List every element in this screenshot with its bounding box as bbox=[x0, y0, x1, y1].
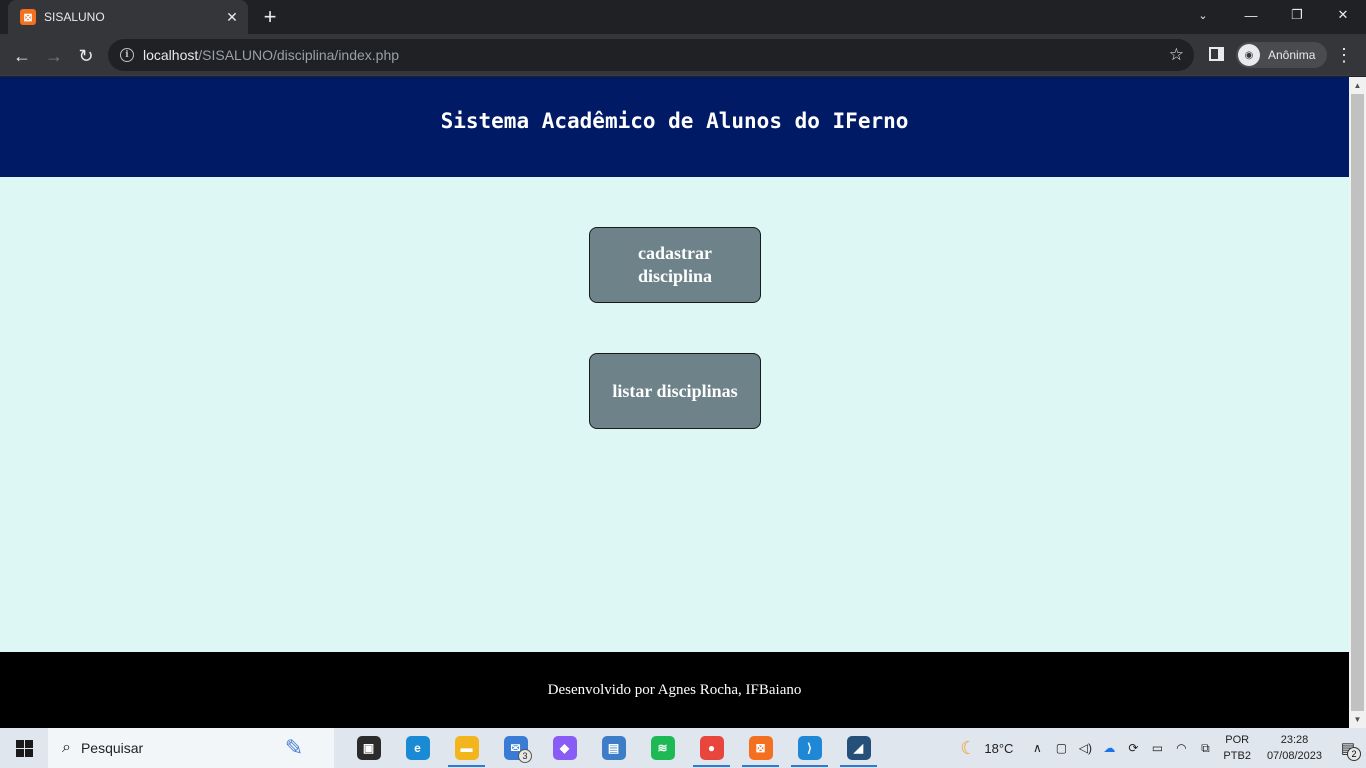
edge-icon: e bbox=[405, 736, 430, 760]
network-icon[interactable]: ⧉ bbox=[1193, 728, 1217, 768]
taskbar-apps: ▣ e ▬ ✉ 3 ◆ ▤ ≋ ● ⊠ ⟩ ◢ bbox=[344, 728, 883, 768]
tab-search-icon[interactable]: ⌄ bbox=[1188, 0, 1218, 30]
weather-widget[interactable]: ☾ 18°C bbox=[960, 738, 1013, 759]
search-placeholder: Pesquisar bbox=[80, 740, 144, 756]
onedrive-icon[interactable]: ☁ bbox=[1097, 728, 1121, 768]
scroll-up-arrow-icon[interactable]: ▲ bbox=[1349, 77, 1366, 94]
taskbar-search[interactable]: ⌕ Pesquisar ✎ bbox=[48, 728, 334, 768]
new-tab-button[interactable]: + bbox=[258, 4, 282, 29]
back-arrow-icon[interactable]: ← bbox=[8, 42, 36, 70]
sync-icon[interactable]: ⟳ bbox=[1121, 728, 1145, 768]
url-path: /SISALUNO/disciplina/index.php bbox=[198, 47, 400, 63]
clock-date: 07/08/2023 bbox=[1266, 750, 1322, 762]
battery-icon[interactable]: ▭ bbox=[1145, 728, 1169, 768]
chevron-up-icon[interactable]: ∧ bbox=[1025, 728, 1049, 768]
page-title: Sistema Acadêmico de Alunos do IFerno bbox=[440, 109, 909, 133]
listar-disciplinas-button[interactable]: listar disciplinas bbox=[589, 353, 761, 429]
windows-logo-icon bbox=[15, 739, 33, 757]
browser-tab[interactable]: ⊠ SISALUNO ✕ bbox=[8, 0, 248, 34]
browser-toolbar: ← → ↻ i localhost/SISALUNO/disciplina/in… bbox=[0, 34, 1366, 76]
window-controls: — ❐ ✕ bbox=[1228, 0, 1366, 34]
notification-center-button[interactable]: ▤ 2 bbox=[1330, 728, 1366, 768]
file-explorer-icon: ▬ bbox=[454, 736, 479, 760]
mail-badge-count: 3 bbox=[518, 749, 532, 763]
wifi-icon[interactable]: ◠ bbox=[1169, 728, 1193, 768]
taskbar-app-copilot[interactable]: ◆ bbox=[540, 728, 589, 768]
site-header: Sistema Acadêmico de Alunos do IFerno bbox=[0, 77, 1349, 177]
clock[interactable]: 23:28 07/08/2023 bbox=[1267, 732, 1322, 764]
taskbar-app-vscode[interactable]: ⟩ bbox=[785, 728, 834, 768]
site-info-icon[interactable]: i bbox=[120, 48, 134, 62]
taskbar-app-news[interactable]: ▤ bbox=[589, 728, 638, 768]
taskbar-app-edge[interactable]: e bbox=[393, 728, 442, 768]
search-highlight-icon: ✎ bbox=[284, 735, 304, 760]
copilot-icon: ◆ bbox=[552, 736, 577, 760]
close-tab-icon[interactable]: ✕ bbox=[224, 9, 240, 25]
restore-button[interactable]: ❐ bbox=[1274, 0, 1320, 30]
language-indicator[interactable]: POR PTB2 bbox=[1223, 732, 1251, 764]
vscode-icon: ⟩ bbox=[797, 736, 822, 760]
language-code: POR bbox=[1225, 734, 1250, 746]
task-view-icon: ▣ bbox=[356, 736, 381, 760]
volume-icon[interactable]: ◁) bbox=[1073, 728, 1097, 768]
forward-arrow-icon[interactable]: → bbox=[40, 42, 68, 70]
system-tray: ☾ 18°C ∧ ▢ ◁) ☁ ⟳ ▭ ◠ ⧉ POR PTB2 23:28 0… bbox=[960, 728, 1366, 768]
clock-time: 23:28 bbox=[1280, 734, 1309, 746]
close-window-button[interactable]: ✕ bbox=[1320, 0, 1366, 30]
taskbar: ⌕ Pesquisar ✎ ▣ e ▬ ✉ 3 ◆ ▤ ≋ ● ⊠ ⟩ ◢ ☾ 18°C ∧ ▢ ◁)… bbox=[0, 728, 1366, 768]
taskbar-app-xampp[interactable]: ⊠ bbox=[736, 728, 785, 768]
taskbar-app-mail[interactable]: ✉ 3 bbox=[491, 728, 540, 768]
minimize-button[interactable]: — bbox=[1228, 0, 1274, 30]
browser-menu-icon[interactable]: ⋮ bbox=[1335, 44, 1353, 66]
side-panel-icon[interactable] bbox=[1209, 47, 1224, 61]
site-footer: Desenvolvido por Agnes Rocha, IFBaiano bbox=[0, 652, 1349, 728]
url-text[interactable]: localhost/SISALUNO/disciplina/index.php bbox=[143, 47, 1169, 63]
chrome-icon: ● bbox=[699, 736, 724, 760]
xampp-icon: ⊠ bbox=[20, 9, 36, 25]
tab-title: SISALUNO bbox=[44, 10, 105, 24]
spotify-icon: ≋ bbox=[650, 736, 675, 760]
vertical-scrollbar[interactable]: ▲ ▼ bbox=[1349, 77, 1366, 728]
xampp-icon: ⊠ bbox=[748, 736, 773, 760]
reload-icon[interactable]: ↻ bbox=[72, 42, 100, 70]
footer-text: Desenvolvido por Agnes Rocha, IFBaiano bbox=[547, 681, 802, 698]
taskbar-app-mysql-workbench[interactable]: ◢ bbox=[834, 728, 883, 768]
scroll-down-arrow-icon[interactable]: ▼ bbox=[1349, 711, 1366, 728]
profile-button[interactable]: ◉ Anônima bbox=[1236, 42, 1328, 68]
news-icon: ▤ bbox=[601, 736, 626, 760]
page-viewport: Sistema Acadêmico de Alunos do IFerno ca… bbox=[0, 77, 1349, 728]
profile-label: Anônima bbox=[1268, 48, 1316, 62]
notification-count: 2 bbox=[1347, 747, 1361, 761]
main-content: cadastrar disciplina listar disciplinas bbox=[0, 177, 1349, 652]
browser-tab-strip: ⊠ SISALUNO ✕ + ⌄ — ❐ ✕ bbox=[0, 0, 1366, 34]
scroll-thumb[interactable] bbox=[1351, 94, 1364, 711]
url-host: localhost bbox=[143, 47, 199, 63]
bookmark-star-icon[interactable]: ☆ bbox=[1169, 45, 1184, 65]
search-icon: ⌕ bbox=[62, 739, 71, 756]
temperature: 18°C bbox=[984, 740, 1014, 756]
taskbar-app-file-explorer[interactable]: ▬ bbox=[442, 728, 491, 768]
keyboard-layout: PTB2 bbox=[1223, 750, 1251, 762]
taskbar-app-spotify[interactable]: ≋ bbox=[638, 728, 687, 768]
moon-icon: ☾ bbox=[960, 737, 977, 758]
cadastrar-disciplina-button[interactable]: cadastrar disciplina bbox=[589, 227, 761, 303]
incognito-icon: ◉ bbox=[1238, 44, 1260, 66]
taskbar-app-chrome[interactable]: ● bbox=[687, 728, 736, 768]
meet-icon[interactable]: ▢ bbox=[1049, 728, 1073, 768]
mysql-workbench-icon: ◢ bbox=[846, 736, 871, 760]
address-bar[interactable]: i localhost/SISALUNO/disciplina/index.ph… bbox=[108, 39, 1194, 71]
start-button[interactable] bbox=[0, 728, 48, 768]
taskbar-app-task-view[interactable]: ▣ bbox=[344, 728, 393, 768]
